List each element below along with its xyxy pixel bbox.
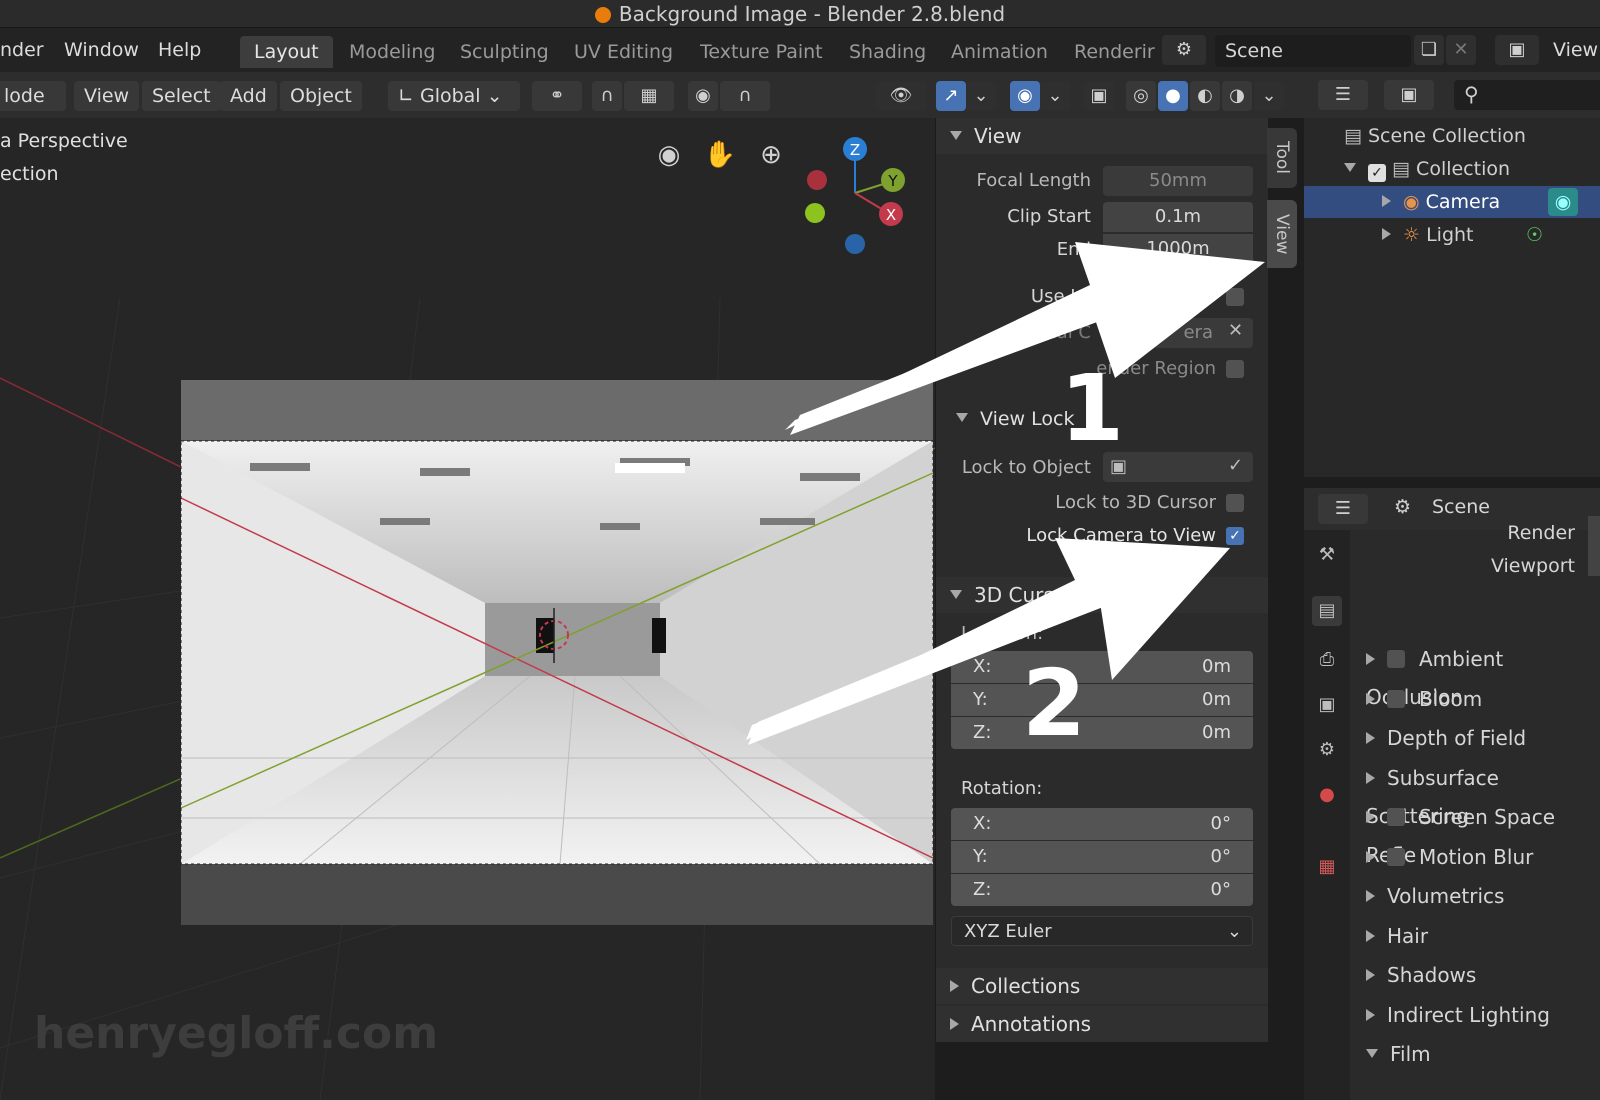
- tutorial-arrows: [746, 242, 1265, 745]
- annotation-number-2: 2: [1022, 650, 1087, 757]
- annotation-number-1: 1: [1060, 355, 1125, 462]
- arrow-2: [746, 538, 1230, 745]
- arrow-1: [785, 242, 1265, 435]
